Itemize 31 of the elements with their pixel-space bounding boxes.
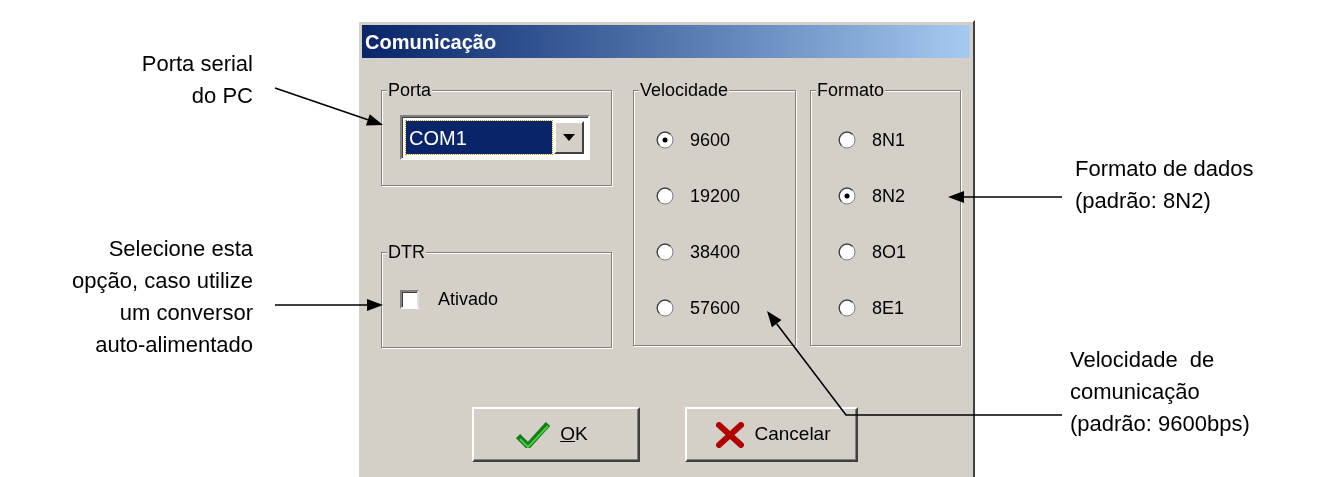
radio-button[interactable] (838, 243, 856, 261)
annotation-text: Velocidade de comunicação (padrão: 9600bps) (1070, 346, 1250, 438)
radio-label: 38400 (690, 241, 741, 263)
ok-button[interactable]: OK (472, 407, 640, 462)
dropdown-value: COM1 (406, 121, 552, 154)
annotation-text: Formato de dados (padrão: 8N2) (1075, 155, 1254, 215)
radio-label: 8O1 (872, 241, 907, 263)
checkbox[interactable] (400, 290, 419, 309)
check-icon (516, 421, 551, 448)
radio-button[interactable] (656, 299, 674, 317)
radio-button[interactable] (656, 187, 674, 205)
window-title: Comunicação (362, 25, 970, 58)
port-dropdown[interactable]: COM1 (400, 115, 590, 160)
cancel-button[interactable]: Cancelar (685, 407, 858, 462)
checkbox-label: Ativado (438, 288, 499, 310)
annotation-text: Selecione esta opção, caso utilize um conversor auto-alimentado (72, 235, 253, 359)
radio-button[interactable] (838, 131, 856, 149)
radio-label: 8E1 (872, 297, 905, 319)
cross-icon (716, 421, 745, 448)
radio-button[interactable] (838, 187, 856, 205)
radio-button[interactable] (838, 299, 856, 317)
radio-label: 9600 (690, 129, 731, 151)
radio-label: 19200 (690, 185, 741, 207)
dropdown-button[interactable] (554, 121, 584, 154)
radio-label: 8N2 (872, 185, 906, 207)
radio-label: 8N1 (872, 129, 906, 151)
radio-label: 57600 (690, 297, 741, 319)
annotation-text: Porta serial do PC (141, 50, 253, 110)
radio-button[interactable] (656, 243, 674, 261)
radio-button[interactable] (656, 131, 674, 149)
caret-icon (563, 134, 575, 141)
